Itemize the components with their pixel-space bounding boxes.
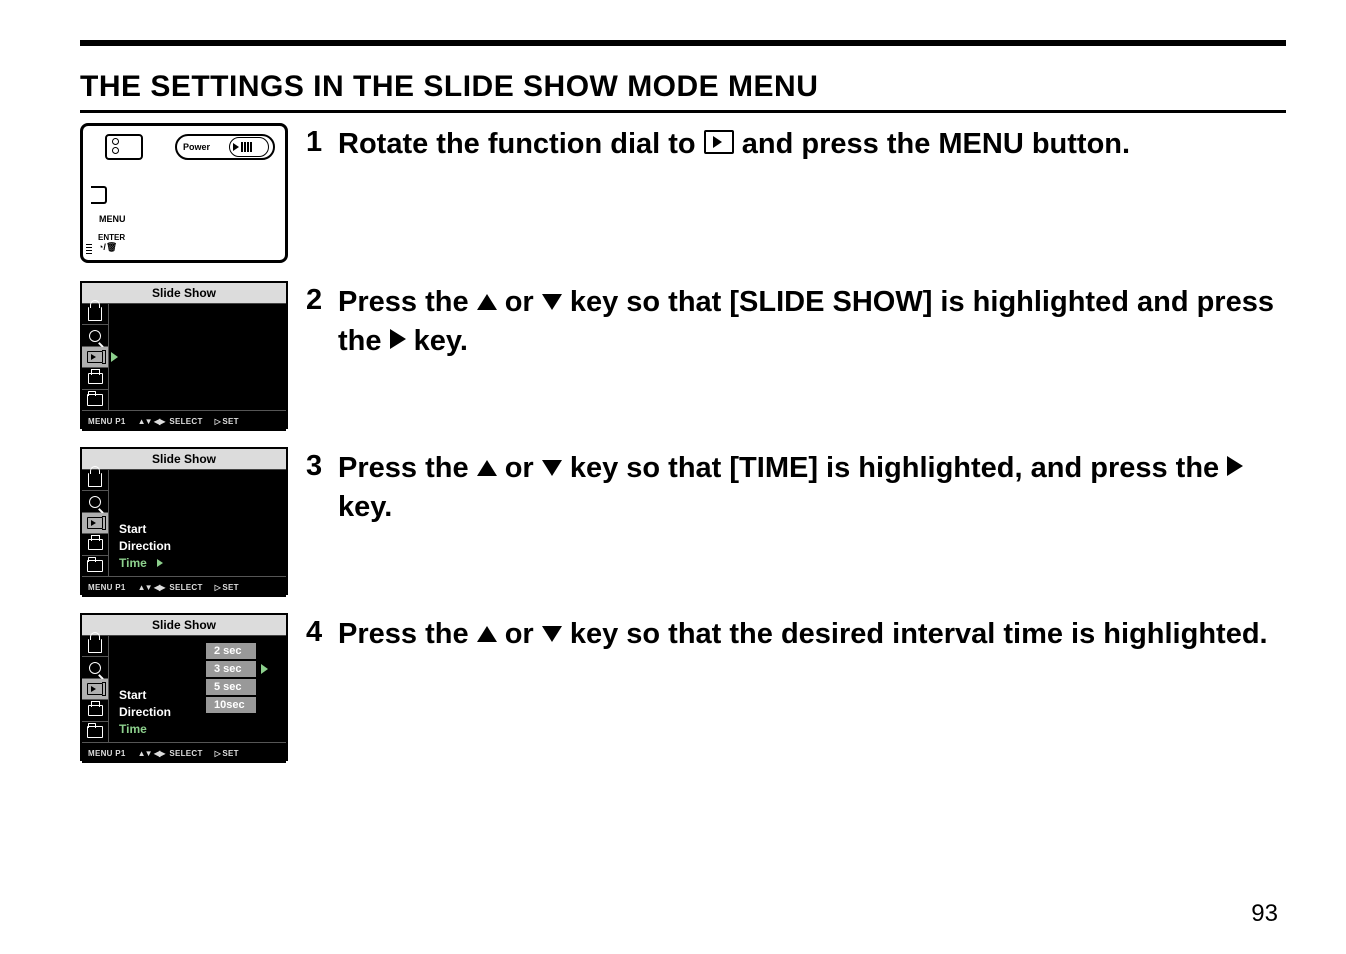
viewfinder-icon: [105, 134, 143, 160]
right-arrow-icon: [390, 329, 406, 349]
step-text: Press the or key so that [SLIDE SHOW] is…: [338, 283, 1286, 361]
footer-menu: MENU P1: [88, 417, 126, 426]
up-arrow-icon: [477, 294, 497, 310]
folder-icon: [82, 556, 108, 576]
step-number: 3: [306, 449, 328, 484]
slideshow-icon: [82, 679, 108, 700]
lcd-title: Slide Show: [82, 283, 286, 304]
opt-2sec: 2 sec: [205, 642, 257, 660]
lcd-footer: MENU P1 ▲▼ ◀▶ SELECT ▷ SET: [82, 410, 286, 431]
lcd-title: Slide Show: [82, 615, 286, 636]
step-2-row: Slide Show MENU P1 ▲▼ ◀▶ SELECT ▷ SET: [80, 281, 1286, 429]
step-3-row: Slide Show Start Direction Time: [80, 447, 1286, 595]
slideshow-icon: [82, 513, 108, 534]
folder-icon: [82, 722, 108, 742]
lcd-title: Slide Show: [82, 449, 286, 470]
step-number: 2: [306, 283, 328, 318]
print-icon: [82, 700, 108, 721]
camera-diagram-thumb: Power MENU ENTER ◔/🗑: [80, 123, 290, 263]
lcd-thumb-2: Slide Show MENU P1 ▲▼ ◀▶ SELECT ▷ SET: [80, 281, 290, 429]
footer-set-group: ▷ SET: [215, 749, 239, 758]
footer-select-group: ▲▼ ◀▶ SELECT: [138, 583, 203, 592]
menu-item-time: Time: [119, 556, 286, 570]
up-arrow-icon: [477, 460, 497, 476]
step-number: 1: [306, 125, 328, 160]
menu-item-direction: Direction: [119, 539, 286, 553]
down-arrow-icon: [542, 294, 562, 310]
lock-icon: [82, 636, 108, 657]
magnify-icon: [82, 325, 108, 346]
mode-dial-icon: [229, 137, 269, 157]
page-number: 93: [1251, 900, 1278, 928]
submenu-arrow-icon: [157, 559, 163, 567]
play-triangle-icon: [233, 143, 239, 151]
lcd-content: Start Direction Time: [109, 470, 286, 576]
footer-menu: MENU P1: [88, 749, 126, 758]
lcd-icon-column: [82, 636, 109, 742]
side-port-icon: [91, 186, 107, 204]
up-arrow-icon: [477, 626, 497, 642]
menu-item-start: Start: [119, 522, 286, 536]
lcd-thumb-3: Slide Show Start Direction Time: [80, 447, 290, 595]
lcd-icon-column: [82, 304, 109, 410]
footer-select-group: ▲▼ ◀▶ SELECT: [138, 749, 203, 758]
lock-icon: [82, 470, 108, 491]
slideshow-icon: [82, 347, 108, 368]
lcd-content: Start Direction Time 2 sec 3 sec 5 sec 1…: [109, 636, 286, 742]
lcd-screen-2: Slide Show MENU P1 ▲▼ ◀▶ SELECT ▷ SET: [80, 281, 288, 429]
magnify-icon: [82, 657, 108, 678]
power-switch: Power: [175, 134, 275, 160]
step-3: 3 Press the or key so that [TIME] is hig…: [306, 447, 1286, 527]
folder-icon: [82, 390, 108, 410]
step-1: 1 Rotate the function dial to and press …: [306, 123, 1286, 164]
print-icon: [82, 368, 108, 389]
step-2: 2 Press the or key so that [SLIDE SHOW] …: [306, 281, 1286, 361]
lcd-content: [109, 304, 286, 410]
timer-trash-icon: ◔/🗑: [98, 242, 117, 252]
right-arrow-icon: [1227, 456, 1243, 476]
lock-icon: [82, 304, 108, 325]
menu-item-start: Start: [119, 688, 286, 702]
footer-menu: MENU P1: [88, 583, 126, 592]
lcd-thumb-4: Slide Show Start Direction Time: [80, 613, 290, 761]
camera-back-diagram: Power MENU ENTER ◔/🗑: [80, 123, 288, 263]
section-heading: THE SETTINGS IN THE SLIDE SHOW MODE MENU: [80, 70, 1286, 113]
playback-mode-icon: [704, 130, 734, 154]
top-rule: [80, 40, 1286, 46]
step-4-row: Slide Show Start Direction Time: [80, 613, 1286, 761]
down-arrow-icon: [542, 460, 562, 476]
menu-item-direction: Direction: [119, 705, 286, 719]
lcd-screen-3: Slide Show Start Direction Time: [80, 447, 288, 595]
lcd-footer: MENU P1 ▲▼ ◀▶ SELECT ▷ SET: [82, 742, 286, 763]
enter-button-label: ENTER ◔/🗑: [98, 234, 125, 253]
step-text: Press the or key so that the desired int…: [338, 615, 1268, 654]
step-number: 4: [306, 615, 328, 650]
opt-3sec: 3 sec: [205, 660, 257, 678]
footer-set-group: ▷ SET: [215, 417, 239, 426]
down-arrow-icon: [542, 626, 562, 642]
manual-page: THE SETTINGS IN THE SLIDE SHOW MODE MENU…: [0, 0, 1346, 954]
lcd-icon-column: [82, 470, 109, 576]
step-text: Press the or key so that [TIME] is highl…: [338, 449, 1286, 527]
print-icon: [82, 534, 108, 555]
magnify-icon: [82, 491, 108, 512]
opt-10sec: 10sec: [205, 696, 257, 714]
lcd-screen-4: Slide Show Start Direction Time: [80, 613, 288, 761]
step-4: 4 Press the or key so that the desired i…: [306, 613, 1286, 654]
step-text: Rotate the function dial to and press th…: [338, 125, 1130, 164]
power-label: Power: [183, 142, 210, 152]
footer-select-group: ▲▼ ◀▶ SELECT: [138, 417, 203, 426]
menu-item-time: Time: [119, 722, 286, 736]
grip-lines-icon: [86, 244, 92, 255]
footer-set-group: ▷ SET: [215, 583, 239, 592]
opt-5sec: 5 sec: [205, 678, 257, 696]
lcd-footer: MENU P1 ▲▼ ◀▶ SELECT ▷ SET: [82, 576, 286, 597]
time-options: 2 sec 3 sec 5 sec 10sec: [205, 642, 257, 714]
step-1-row: Power MENU ENTER ◔/🗑 1 Rotate the functi: [80, 123, 1286, 263]
menu-button-label: MENU: [99, 214, 126, 224]
